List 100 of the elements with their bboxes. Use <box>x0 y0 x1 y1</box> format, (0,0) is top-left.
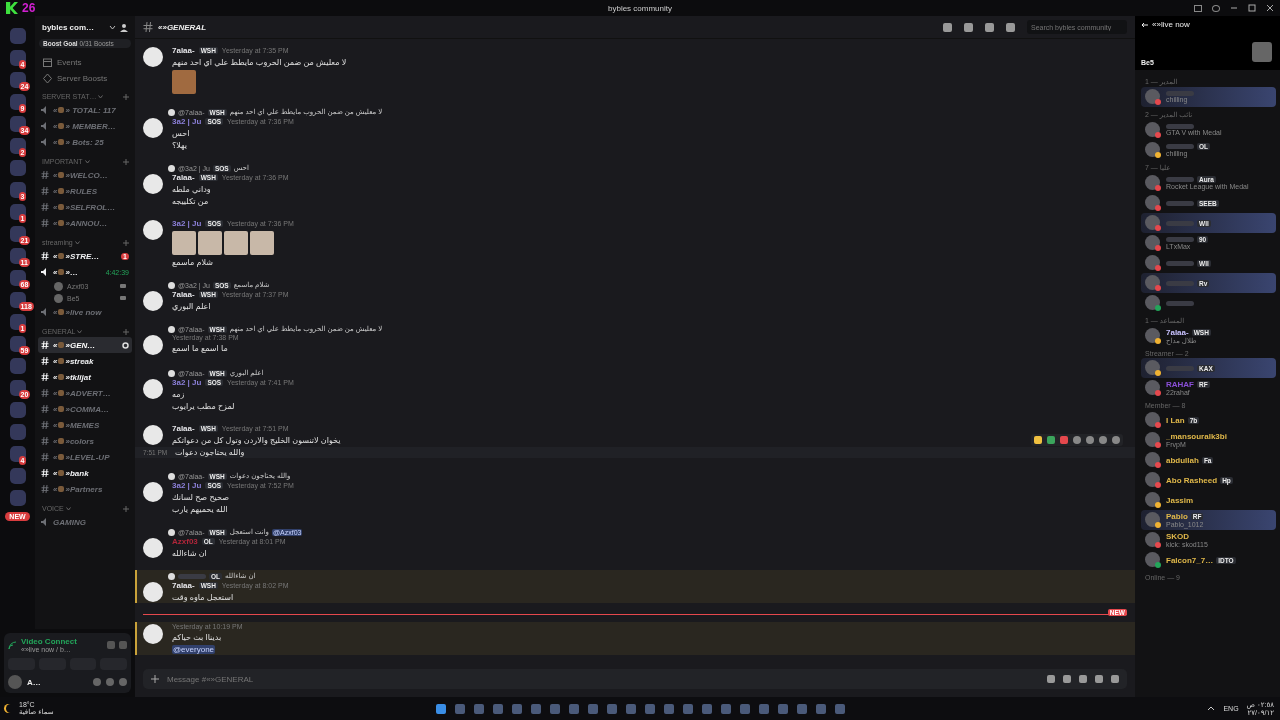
channel-item[interactable]: « »bank <box>38 465 132 481</box>
channel-item[interactable]: « »ADVERT… <box>38 385 132 401</box>
author-name[interactable]: 7alaa- <box>172 290 195 299</box>
taskbar-app-icon[interactable] <box>606 703 617 714</box>
channel-item[interactable]: « »MEMES <box>38 417 132 433</box>
server-icon[interactable] <box>9 50 26 66</box>
channel-item[interactable]: « »SELFROL… <box>38 199 132 215</box>
mention[interactable]: @everyone <box>172 645 216 654</box>
avatar[interactable] <box>143 118 163 138</box>
channel-item[interactable]: « » TOTAL: 117 <box>38 102 132 118</box>
author-name[interactable]: 3a2 | Ju <box>172 219 202 228</box>
author-name[interactable]: 7alaa- <box>172 581 195 590</box>
add-channel-icon[interactable] <box>123 158 129 165</box>
add-channel-icon[interactable] <box>123 239 129 246</box>
chevron-icon[interactable] <box>109 25 116 30</box>
avatar[interactable] <box>143 291 163 311</box>
add-channel-icon[interactable] <box>123 93 129 100</box>
taskbar-app-icon[interactable] <box>663 703 674 714</box>
channel-item[interactable]: « »streak <box>38 353 132 369</box>
channel-item[interactable]: « »tklijat <box>38 369 132 385</box>
server-icon[interactable] <box>9 248 26 264</box>
hash-icon <box>41 252 49 260</box>
taskbar-app-icon[interactable] <box>815 703 826 714</box>
back-arrow-icon[interactable] <box>1141 21 1149 28</box>
taskbar-app-icon[interactable] <box>454 703 465 714</box>
close-icon[interactable] <box>1266 4 1274 12</box>
nav-item[interactable]: Server Boosts <box>43 74 135 83</box>
avatar[interactable] <box>143 47 163 67</box>
taskbar-app-icon[interactable] <box>720 703 731 714</box>
taskbar-app-icon[interactable] <box>568 703 579 714</box>
avatar[interactable] <box>143 582 163 602</box>
avatar[interactable] <box>143 425 163 445</box>
taskbar-app-icon[interactable] <box>435 703 446 714</box>
member-name: Jassim <box>1166 495 1194 505</box>
channel-item[interactable]: « » Bots: 25 <box>38 134 132 150</box>
taskbar-app-icon[interactable] <box>644 703 655 714</box>
channel-item[interactable]: « »colors <box>38 433 132 449</box>
taskbar-app-icon[interactable] <box>492 703 503 714</box>
avatar <box>168 108 175 116</box>
stream-title[interactable]: «»live now <box>1152 20 1190 29</box>
avatar <box>1145 412 1160 427</box>
channel-item[interactable]: « »ANNOU… <box>38 215 132 231</box>
avatar <box>1145 432 1160 447</box>
add-channel-icon[interactable] <box>123 505 129 512</box>
taskbar-app-icon[interactable] <box>758 703 769 714</box>
taskbar-app-icon[interactable] <box>739 703 750 714</box>
server-icon[interactable] <box>9 380 26 396</box>
author-name[interactable]: 3a2 | Ju <box>172 117 202 126</box>
message-input[interactable]: Message #«»GENERAL <box>167 674 1039 684</box>
channel-item[interactable]: « »RULES <box>38 183 132 199</box>
channel-item[interactable]: « »live now <box>38 304 132 320</box>
add-channel-icon[interactable] <box>123 328 129 335</box>
minimize-icon[interactable] <box>1230 4 1238 12</box>
taskbar-app-icon[interactable] <box>834 703 845 714</box>
avatar[interactable] <box>143 379 163 399</box>
channel-item[interactable]: « »COMMA… <box>38 401 132 417</box>
taskbar-app-icon[interactable] <box>701 703 712 714</box>
taskbar-app-icon[interactable] <box>625 703 636 714</box>
taskbar-app-icon[interactable] <box>511 703 522 714</box>
server-icon[interactable] <box>9 270 26 286</box>
channel-item[interactable]: « »GEN… <box>38 337 132 353</box>
channel-item[interactable]: « »WELCO… <box>38 167 132 183</box>
server-icon[interactable] <box>9 138 26 154</box>
author-name[interactable]: 7alaa- <box>172 173 195 182</box>
voice-status[interactable]: Video Connect <box>21 637 103 646</box>
message-field[interactable]: Message #«»GENERAL <box>167 669 1039 689</box>
taskbar-app-icon[interactable] <box>587 703 598 714</box>
avatar[interactable] <box>143 220 163 240</box>
taskbar-app-icon[interactable] <box>682 703 693 714</box>
channel-item[interactable]: « »Partners <box>38 481 132 497</box>
channel-item[interactable]: GAMING <box>38 514 132 530</box>
author-name[interactable]: 7alaa- <box>172 424 195 433</box>
plus-icon[interactable] <box>151 675 159 683</box>
taskbar-app-icon[interactable] <box>777 703 788 714</box>
avatar[interactable] <box>143 538 163 558</box>
server-icon[interactable] <box>9 226 26 242</box>
server-icon[interactable] <box>9 446 26 462</box>
author-name[interactable]: 3a2 | Ju <box>172 378 202 387</box>
taskbar-app-icon[interactable] <box>549 703 560 714</box>
taskbar-app-icon[interactable] <box>473 703 484 714</box>
taskbar-app-icon[interactable] <box>796 703 807 714</box>
add-member-icon[interactable] <box>120 23 129 32</box>
avatar[interactable] <box>143 174 163 194</box>
maximize-icon[interactable] <box>1248 4 1256 12</box>
avatar[interactable] <box>143 482 163 502</box>
channel-item[interactable]: « » MEMBER… <box>38 118 132 134</box>
taskbar-app-icon[interactable] <box>530 703 541 714</box>
server-icon[interactable] <box>9 182 26 198</box>
server-icon[interactable] <box>9 94 26 110</box>
user-name[interactable]: A… <box>27 677 88 687</box>
author-name[interactable]: 7alaa- <box>172 46 195 55</box>
nav-item[interactable]: Events <box>43 58 135 67</box>
server-name[interactable]: bybles com… <box>42 23 105 32</box>
member-name: RAHAF <box>1166 380 1194 389</box>
server-icon[interactable] <box>9 336 26 352</box>
author-name[interactable]: 3a2 | Ju <box>172 481 202 490</box>
avatar[interactable] <box>143 624 163 644</box>
avatar[interactable] <box>143 335 163 355</box>
channel-item[interactable]: « »LEVEL-UP <box>38 449 132 465</box>
member-row[interactable]: Jassim <box>1141 490 1276 510</box>
